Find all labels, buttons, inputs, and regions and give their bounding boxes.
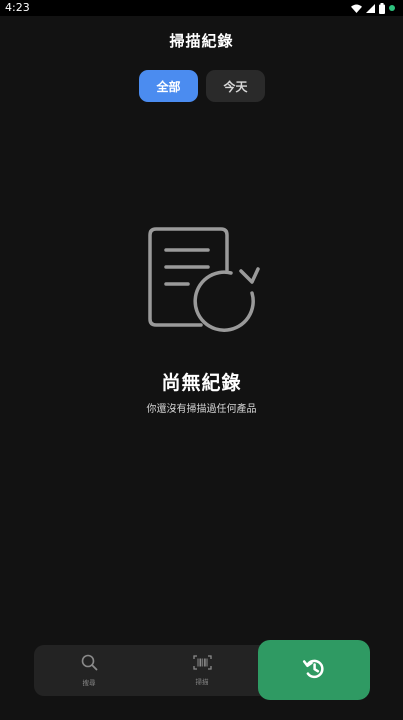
notification-dot-icon: [389, 5, 395, 11]
empty-state-title: 尚無紀錄: [161, 372, 242, 394]
history-icon: [301, 655, 327, 685]
search-icon: [81, 654, 98, 673]
nav-scan-button[interactable]: 掃描: [167, 645, 237, 696]
tab-all[interactable]: 全部: [139, 70, 198, 102]
tab-today[interactable]: 今天: [206, 70, 265, 102]
document-history-icon: [140, 222, 264, 338]
nav-scan-label: 掃描: [195, 678, 209, 686]
status-time: 4:23: [5, 1, 30, 14]
wifi-icon: [351, 4, 362, 13]
page-title: 掃描紀錄: [169, 32, 234, 50]
empty-state-subtitle: 你還沒有掃描過任何產品: [146, 404, 257, 415]
status-bar: 4:23: [0, 0, 403, 16]
nav-history-button[interactable]: [258, 640, 370, 700]
cellular-signal-icon: [366, 3, 375, 13]
barcode-scan-icon: [192, 655, 212, 672]
nav-search-label: 搜尋: [82, 679, 96, 687]
battery-icon: [379, 2, 385, 14]
status-icons: [351, 2, 395, 14]
scan-history-screen: 4:23 掃描紀錄 全部 今天 尚無紀錄 你還沒有掃描過任何產品 搜尋 掃描: [0, 0, 403, 720]
filter-tabs: 全部 今天: [139, 70, 265, 102]
nav-search-button[interactable]: 搜尋: [54, 645, 124, 696]
